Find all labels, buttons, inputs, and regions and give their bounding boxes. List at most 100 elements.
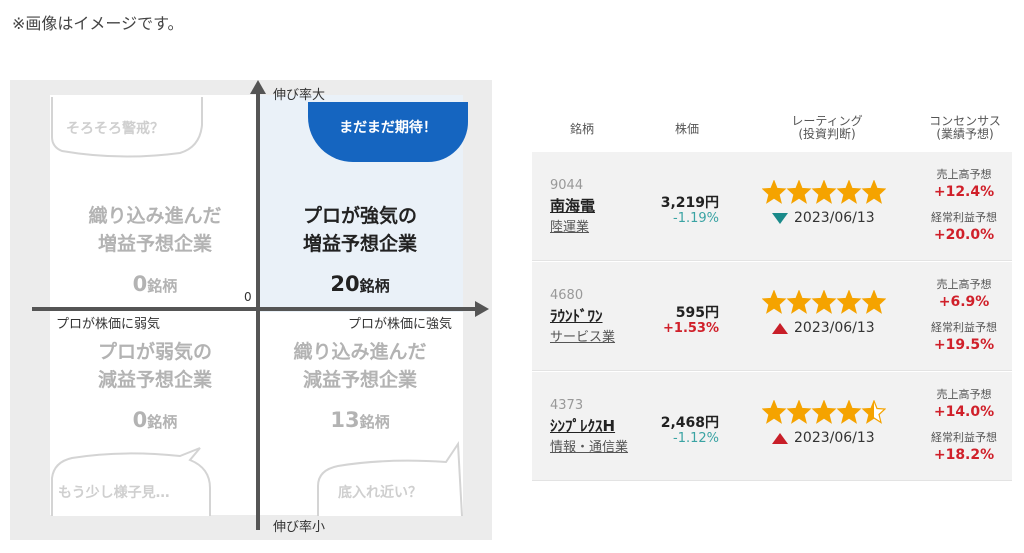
stock-name-link[interactable]: ｼﾝﾌﾟﾚｸｽH <box>550 415 615 436</box>
profit-forecast-value: +18.2% <box>933 447 995 463</box>
sector-link[interactable]: 情報・通信業 <box>550 436 628 455</box>
bubble-bottom-right-text: 底入れ近い？ <box>338 485 422 501</box>
quadrant-label: 増益予想企業 <box>302 233 417 255</box>
row-divider <box>532 260 1012 261</box>
quadrant-chart: そろそろ警戒？ まだまだ期待！ もう少し様子見… 底入れ近い？ 織り込み進んだ … <box>10 80 492 540</box>
star-icon <box>861 399 887 424</box>
header-name: 銘柄 <box>569 122 594 136</box>
quadrant-count-unit: 銘柄 <box>359 277 390 295</box>
rating-trend-up-icon <box>772 322 788 334</box>
quadrant-label: プロが強気の <box>302 205 417 227</box>
profit-forecast-label: 経常利益予想 <box>931 321 997 334</box>
x-axis-arrow-icon <box>475 301 489 317</box>
star-icon <box>761 399 787 424</box>
price-change: +1.53% <box>663 321 719 336</box>
rating-date-text: 2023/06/13 <box>794 430 875 446</box>
bubble-top-right: まだまだ期待！ <box>308 102 468 162</box>
header-consensus-sub: (業績予想) <box>936 127 994 141</box>
table-header: 銘柄 株価 レーティング (投資判断) コンセンサス (業績予想) <box>532 105 1012 152</box>
row-divider <box>532 370 1012 371</box>
table-row: 4373 ｼﾝﾌﾟﾚｸｽH 情報・通信業 2,468円 -1.12% 2023/06/13… <box>532 372 1012 481</box>
quadrant-label: 減益予想企業 <box>302 369 417 391</box>
stock-code: 9044 <box>550 178 584 193</box>
rating-stars-svg <box>761 399 887 424</box>
sales-forecast-label: 売上高予想 <box>936 278 992 291</box>
star-icon <box>811 399 837 424</box>
quadrant-count: 20 <box>330 272 360 296</box>
quadrant-label: 織り込み進んだ <box>293 341 427 363</box>
header-consensus-label: コンセンサス <box>929 114 1001 128</box>
quadrant-count-unit: 銘柄 <box>147 277 178 295</box>
quadrant-label: 減益予想企業 <box>97 369 212 391</box>
rating-trend-up-icon <box>772 432 788 444</box>
axis-label-left: プロが株価に弱気 <box>56 317 161 332</box>
star-icon <box>836 399 862 424</box>
sector-link[interactable]: 陸運業 <box>550 216 589 235</box>
quadrant-bottom-right: 織り込み進んだ 減益予想企業 13銘柄 <box>265 338 455 436</box>
axis-label-bottom: 伸び率小 <box>273 520 326 535</box>
star-icon <box>761 289 787 314</box>
header-rating-sub: (投資判断) <box>798 127 856 141</box>
price-change: -1.19% <box>673 211 719 226</box>
rating-trend-down-icon <box>772 212 788 224</box>
sales-forecast-value: +14.0% <box>933 404 995 420</box>
table-row: 9044 南海電 陸運業 3,219円 -1.19% 2023/06/13 売上高予想 +12… <box>532 152 1012 261</box>
star-icon <box>786 179 812 204</box>
axis-label-top: 伸び率大 <box>273 88 326 103</box>
stock-code: 4373 <box>550 398 584 413</box>
quadrant-top-right: プロが強気の 増益予想企業 20銘柄 <box>265 202 455 300</box>
profit-forecast-label: 経常利益予想 <box>931 211 997 224</box>
axis-label-right: プロが株価に強気 <box>348 317 453 332</box>
bubble-top-right-text: まだまだ期待！ <box>339 120 437 136</box>
y-axis-arrow-icon <box>250 80 266 94</box>
bubble-bottom-left-text: もう少し様子見… <box>58 485 170 501</box>
quadrant-count: 0 <box>132 272 148 296</box>
quadrant-count: 0 <box>132 408 148 432</box>
stock-name-link[interactable]: 南海電 <box>550 195 595 216</box>
sales-forecast-value: +6.9% <box>938 294 990 310</box>
rating-date: 2023/06/13 <box>772 430 875 446</box>
header-rating-label: レーティング <box>791 114 863 128</box>
quadrant-label: プロが弱気の <box>97 341 212 363</box>
star-icon <box>861 289 887 314</box>
stock-price: 2,468円 <box>660 415 719 431</box>
stock-table: 銘柄 株価 レーティング (投資判断) コンセンサス (業績予想) 9044 南海… <box>532 105 1012 487</box>
profit-forecast-value: +20.0% <box>933 227 995 243</box>
quadrant-count-unit: 銘柄 <box>147 413 178 431</box>
star-icon <box>761 179 787 204</box>
star-icon <box>811 289 837 314</box>
rating-date: 2023/06/13 <box>772 320 875 336</box>
header-price: 株価 <box>674 122 699 136</box>
sector-link[interactable]: サービス業 <box>550 326 615 345</box>
rating-stars <box>761 179 887 208</box>
stock-code: 4680 <box>550 288 584 303</box>
consensus: 売上高予想 +14.0% 経常利益予想 +18.2% <box>924 386 1004 472</box>
rating-stars-svg <box>761 289 887 314</box>
table-row: 4680 ﾗｳﾝﾄﾞﾜﾝ サービス業 595円 +1.53% 2023/06/13 売上高予… <box>532 262 1012 371</box>
bubble-bottom-right-outline <box>317 440 463 517</box>
quadrant-bottom-left: プロが弱気の 減益予想企業 0銘柄 <box>60 338 250 436</box>
rating-date-text: 2023/06/13 <box>794 320 875 336</box>
star-icon <box>861 179 887 204</box>
row-divider <box>532 480 1012 481</box>
quadrant-count: 13 <box>330 408 360 432</box>
star-icon <box>836 289 862 314</box>
sales-forecast-label: 売上高予想 <box>936 168 992 181</box>
star-icon <box>786 399 812 424</box>
star-icon <box>811 179 837 204</box>
quadrant-label: 増益予想企業 <box>97 233 212 255</box>
star-icon <box>836 179 862 204</box>
header-rating: レーティング (投資判断) <box>762 115 892 141</box>
quadrant-count-unit: 銘柄 <box>359 413 390 431</box>
axis-origin-label: 0 <box>244 290 252 304</box>
rating-date-text: 2023/06/13 <box>794 210 875 226</box>
stock-price: 595円 <box>675 305 719 321</box>
stock-price: 3,219円 <box>660 195 719 211</box>
stock-name-link[interactable]: ﾗｳﾝﾄﾞﾜﾝ <box>550 305 603 326</box>
y-axis <box>256 92 260 530</box>
bubble-top-left-text: そろそろ警戒？ <box>66 121 164 137</box>
consensus: 売上高予想 +6.9% 経常利益予想 +19.5% <box>924 276 1004 362</box>
sales-forecast-label: 売上高予想 <box>936 388 992 401</box>
price-change: -1.12% <box>673 431 719 446</box>
header-consensus: コンセンサス (業績予想) <box>920 115 1010 141</box>
